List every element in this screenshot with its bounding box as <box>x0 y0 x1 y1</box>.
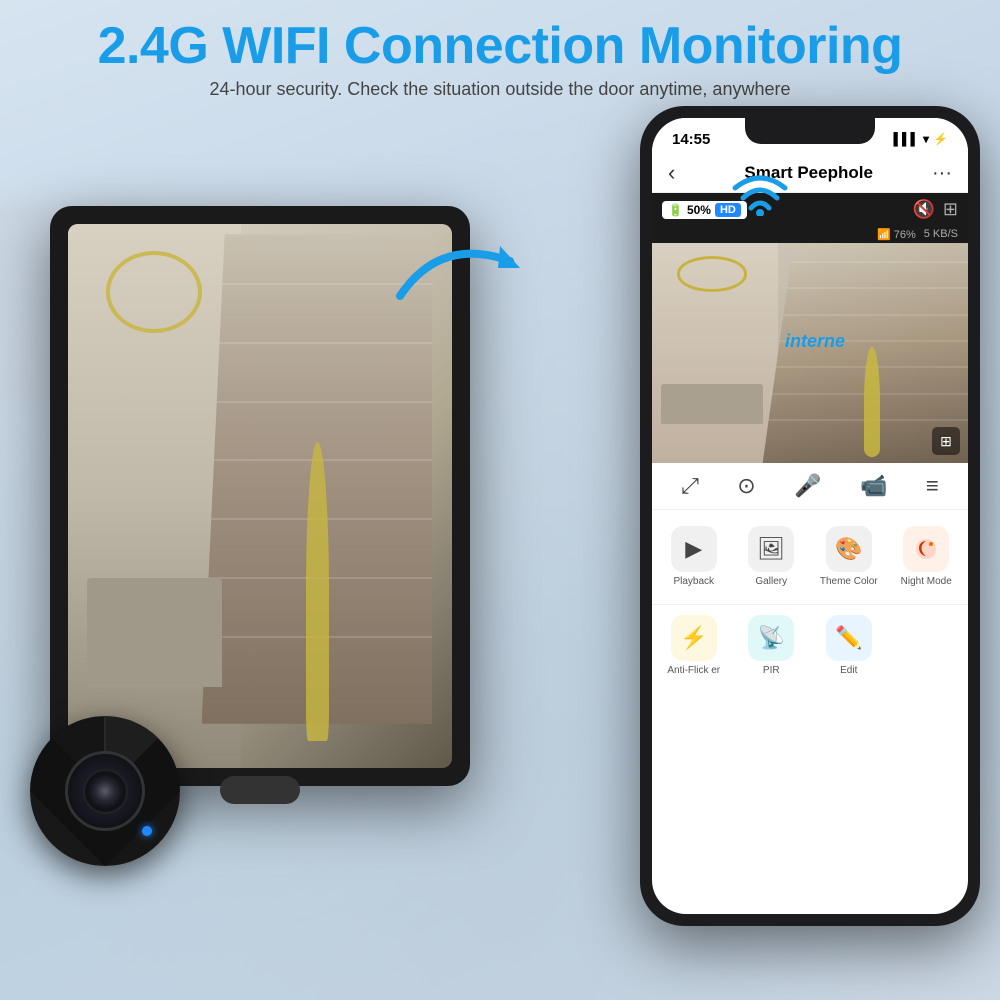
pip-button[interactable]: ⊞ <box>932 427 960 455</box>
menu-ctrl-icon: ≡ <box>926 473 939 499</box>
fullscreen-ctrl-icon: ⤢ <box>681 473 699 499</box>
status-icons: ▌▌▌ ▾ ⚡ <box>894 132 949 146</box>
phone-container: 14:55 ▌▌▌ ▾ ⚡ ‹ Smart Peephole ··· <box>640 106 980 926</box>
main-title: 2.4G WIFI Connection Monitoring <box>0 18 1000 75</box>
night-mode-label: Night Mode <box>901 576 952 588</box>
app-theme-color[interactable]: 🎨 Theme Color <box>813 520 885 594</box>
app-night-mode[interactable]: Night Mode <box>891 520 963 594</box>
internet-label: interne <box>785 331 845 352</box>
wifi-percent: 📶 76% <box>877 228 916 241</box>
gallery-label: Gallery <box>755 576 787 588</box>
nav-bar: ‹ Smart Peephole ··· <box>652 154 968 193</box>
theme-color-icon: 🎨 <box>826 526 872 572</box>
cam-scene <box>652 243 968 463</box>
mic-ctrl-icon: 🎤 <box>794 473 821 499</box>
camera-toolbar: 🔋 50% HD 🔇 ⊞ <box>652 193 968 226</box>
battery-icon: 🔋 <box>668 203 683 217</box>
playback-icon: ▶ <box>671 526 717 572</box>
wifi-icon <box>730 166 790 221</box>
app-gallery[interactable]: 🖼 Gallery <box>736 520 808 594</box>
camera-lens-unit <box>30 716 180 866</box>
mic-control[interactable]: 🎤 <box>794 473 821 499</box>
gallery-icon: 🖼 <box>748 526 794 572</box>
arrow-area: interne <box>390 226 530 321</box>
fullscreen-icon[interactable]: ⊞ <box>943 199 958 220</box>
record-ctrl-icon: 📹 <box>860 473 887 499</box>
edit-icon: ✏️ <box>826 615 872 661</box>
status-time: 14:55 <box>672 131 710 148</box>
camera-feed: ⊞ <box>652 243 968 463</box>
app-pir[interactable]: 📡 PIR <box>736 609 808 683</box>
nav-title: Smart Peephole <box>685 163 932 183</box>
app-edit[interactable]: ✏️ Edit <box>813 609 885 683</box>
cam-lamp <box>864 347 880 457</box>
snapshot-ctrl-icon: ⊙ <box>737 473 755 499</box>
cam-ring-light <box>677 256 747 291</box>
page-content: 2.4G WIFI Connection Monitoring 24-hour … <box>0 0 1000 1000</box>
pir-icon: 📡 <box>748 615 794 661</box>
app-playback[interactable]: ▶ Playback <box>658 520 730 594</box>
anti-flicker-label: Anti-Flick er <box>667 665 720 677</box>
cam-status-bar: 📶 76% 5 KB/S <box>652 226 968 243</box>
camera-lens-outer <box>65 751 145 831</box>
phone-screen: 14:55 ▌▌▌ ▾ ⚡ ‹ Smart Peephole ··· <box>652 118 968 914</box>
app-anti-flicker[interactable]: ⚡ Anti-Flick er <box>658 609 730 683</box>
app-grid-row1: ▶ Playback 🖼 Gallery 🎨 Theme Color <box>652 510 968 605</box>
nav-back-button[interactable]: ‹ <box>668 160 675 186</box>
night-mode-icon <box>903 526 949 572</box>
nav-more-button[interactable]: ··· <box>932 162 952 185</box>
scene-lamp <box>306 442 329 741</box>
camera-lens-inner <box>83 769 128 814</box>
header-section: 2.4G WIFI Connection Monitoring 24-hour … <box>0 0 1000 106</box>
scene-ring-light <box>106 251 202 333</box>
monitor-home-button[interactable] <box>220 776 300 804</box>
edit-label: Edit <box>840 665 857 677</box>
app-grid-row2: ⚡ Anti-Flick er 📡 PIR ✏️ Edit <box>652 605 968 693</box>
playback-label: Playback <box>673 576 714 588</box>
wifi-status-icon: ▾ <box>923 132 929 146</box>
wifi-percent-value: 76% <box>894 229 916 241</box>
phone-notch <box>745 118 875 144</box>
battery-status-icon: ⚡ <box>933 132 948 146</box>
data-speed: 5 KB/S <box>924 228 958 241</box>
battery-percent: 50% <box>687 203 711 217</box>
camera-lens-core <box>94 780 116 802</box>
record-control[interactable]: 📹 <box>860 473 887 499</box>
snapshot-control[interactable]: ⊙ <box>737 473 755 499</box>
pir-label: PIR <box>763 665 780 677</box>
menu-control[interactable]: ≡ <box>926 473 939 499</box>
fullscreen-control[interactable]: ⤢ <box>681 473 699 499</box>
cam-sofa <box>661 384 762 424</box>
theme-color-label: Theme Color <box>820 576 878 588</box>
signal-icon: ▌▌▌ <box>894 132 920 146</box>
scene-sofa <box>87 578 221 687</box>
sub-title: 24-hour security. Check the situation ou… <box>0 79 1000 100</box>
mute-icon[interactable]: 🔇 <box>912 199 934 220</box>
wifi-icon-small: 📶 <box>877 229 891 241</box>
phone-device: 14:55 ▌▌▌ ▾ ⚡ ‹ Smart Peephole ··· <box>640 106 980 926</box>
main-area: interne <box>0 106 1000 926</box>
anti-flicker-icon: ⚡ <box>671 615 717 661</box>
controls-row: ⤢ ⊙ 🎤 📹 ≡ <box>652 463 968 510</box>
